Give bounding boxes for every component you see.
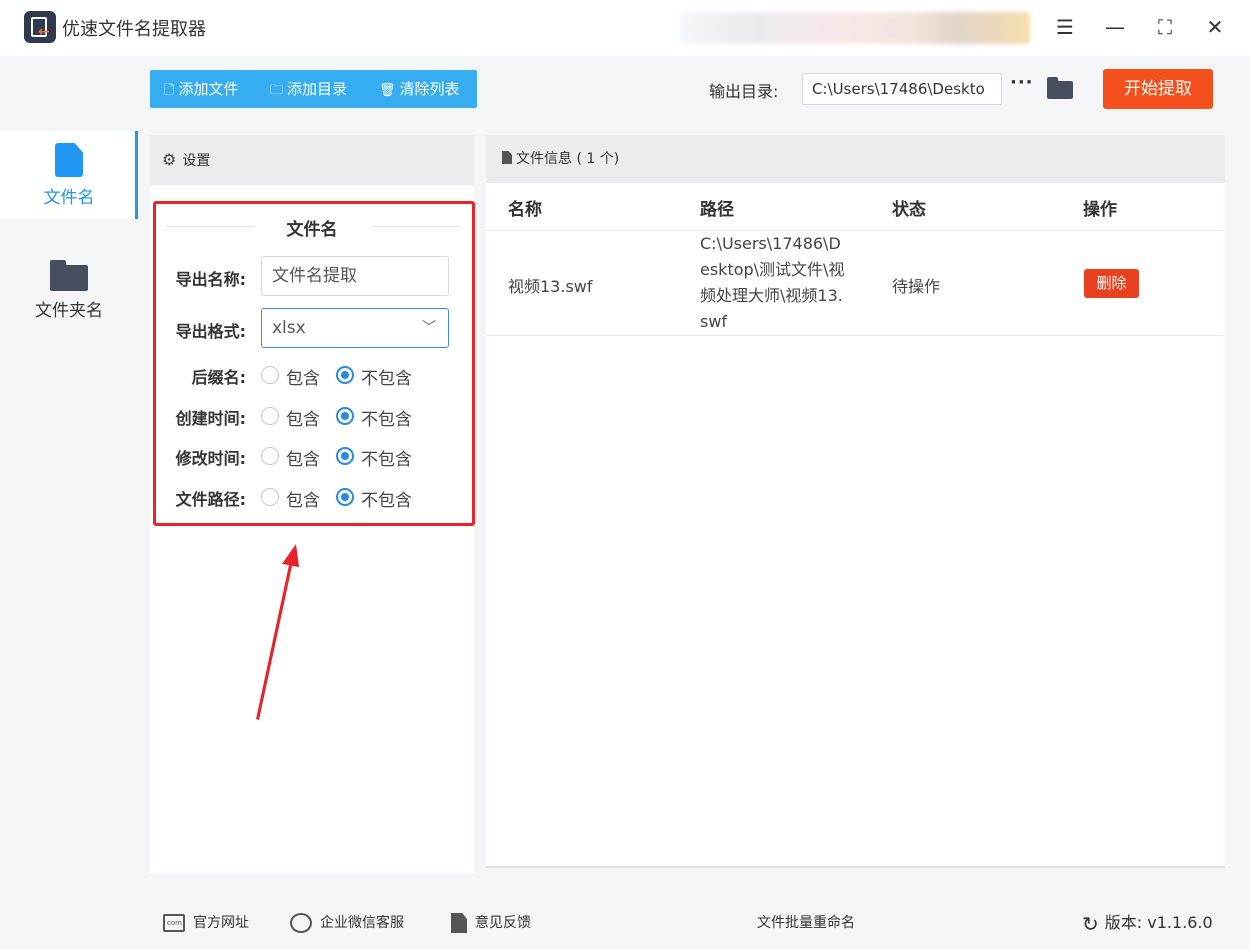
file-icon <box>55 143 83 177</box>
official-website-label: 官方网址 <box>193 915 249 931</box>
add-file-button[interactable]: 🗋 添加文件 <box>164 70 238 108</box>
exclude-label: 不包含 <box>361 450 412 470</box>
batch-rename-link[interactable]: 文件批量重命名 <box>757 913 855 933</box>
add-directory-label: 添加目录 <box>287 80 348 98</box>
title-bar: ← 优速文件名提取器 ☰ — ⛶ ✕ <box>0 0 1250 56</box>
include-radio[interactable] <box>261 488 279 506</box>
start-extract-button[interactable]: 开始提取 <box>1103 69 1213 109</box>
file-path-cell: C:\Users\17486\Desktop\测试文件\视频处理大师\视频13.… <box>700 234 845 331</box>
website-icon <box>163 914 185 932</box>
include-radio[interactable] <box>261 407 279 425</box>
exclude-label: 不包含 <box>361 410 412 430</box>
feedback-label: 意见反馈 <box>475 915 531 931</box>
exclude-radio[interactable] <box>336 447 354 465</box>
toolbar: 🗋 添加文件 🗀 添加目录 🗑 清除列表 <box>150 70 477 108</box>
option-row-extension: 后缀名: 包含 不包含 <box>150 363 474 389</box>
file-icon: 🗋 <box>164 83 175 98</box>
main-area: 🗋 添加文件 🗀 添加目录 🗑 清除列表 输出目录: C:\Users\17486\D… <box>138 56 1250 950</box>
option-label: 创建时间: <box>175 409 246 428</box>
include-label: 包含 <box>286 410 320 430</box>
settings-panel: ⚙ 设置 文件名 导出名称: 文件名提取 导出格式: xlsx ﹀ 后缀名: 包含… <box>150 135 475 873</box>
clear-list-button[interactable]: 🗑 清除列表 <box>379 70 460 108</box>
column-header-status: 状态 <box>892 200 926 220</box>
export-format-label: 导出格式: <box>175 322 246 341</box>
red-arrow-annotation <box>256 544 299 720</box>
exclude-radio[interactable] <box>336 407 354 425</box>
file-info-panel: 文件信息 ( 1 个) 名称 路径 状态 操作 视频13.swf C:\User… <box>486 135 1225 868</box>
file-name-cell: 视频13.swf <box>508 277 593 296</box>
option-label: 修改时间: <box>175 449 246 468</box>
add-directory-button[interactable]: 🗀 添加目录 <box>270 70 347 108</box>
minimize-icon[interactable]: — <box>1100 12 1130 42</box>
chat-icon <box>290 913 312 933</box>
file-info-header-label: 文件信息 ( 1 个) <box>516 151 620 167</box>
divider <box>486 230 1223 231</box>
sidebar-item-foldername[interactable]: 文件夹名 <box>0 244 138 332</box>
divider <box>486 335 1223 336</box>
exclude-radio[interactable] <box>336 488 354 506</box>
export-format-select[interactable]: xlsx ﹀ <box>261 308 449 348</box>
output-directory-label: 输出目录: <box>709 82 779 101</box>
output-directory-input[interactable]: C:\Users\17486\Deskto <box>802 73 1002 105</box>
folder-icon <box>50 260 88 291</box>
exclude-radio[interactable] <box>336 366 354 384</box>
trash-icon: 🗑 <box>379 83 396 98</box>
include-label: 包含 <box>286 491 320 511</box>
close-icon[interactable]: ✕ <box>1200 12 1230 42</box>
settings-header: ⚙ 设置 <box>150 135 474 185</box>
option-label: 文件路径: <box>175 490 246 509</box>
export-name-label: 导出名称: <box>175 270 246 289</box>
wechat-support-link[interactable]: 企业微信客服 <box>290 913 404 933</box>
app-title: 优速文件名提取器 <box>62 19 206 40</box>
user-account-area[interactable] <box>680 12 1030 44</box>
column-header-action: 操作 <box>1083 200 1117 220</box>
feedback-link[interactable]: 意见反馈 <box>451 913 531 933</box>
wechat-support-label: 企业微信客服 <box>320 915 404 931</box>
file-status-cell: 待操作 <box>892 277 941 296</box>
export-format-value: xlsx <box>272 318 306 338</box>
file-info-header: 文件信息 ( 1 个) <box>486 135 1225 183</box>
official-website-link[interactable]: 官方网址 <box>163 913 249 933</box>
feedback-icon <box>451 913 467 933</box>
folder-outline-icon: 🗀 <box>270 83 284 98</box>
exclude-label: 不包含 <box>361 491 412 511</box>
sidebar-item-label: 文件名 <box>43 188 95 208</box>
more-options-icon[interactable]: ··· <box>1010 72 1033 93</box>
column-header-path: 路径 <box>700 200 734 220</box>
version-info[interactable]: ↻ 版本: v1.1.6.0 <box>1082 911 1213 936</box>
include-label: 包含 <box>286 450 320 470</box>
settings-header-label: 设置 <box>182 153 211 169</box>
menu-icon[interactable]: ☰ <box>1050 12 1080 42</box>
option-row-modified-time: 修改时间: 包含 不包含 <box>150 444 474 470</box>
include-label: 包含 <box>286 369 320 389</box>
exclude-label: 不包含 <box>361 369 412 389</box>
add-file-label: 添加文件 <box>178 80 239 98</box>
sidebar-item-label: 文件夹名 <box>35 301 103 321</box>
refresh-icon: ↻ <box>1082 911 1099 936</box>
clear-list-label: 清除列表 <box>399 80 460 98</box>
delete-button[interactable]: 删除 <box>1084 269 1139 298</box>
option-row-file-path: 文件路径: 包含 不包含 <box>150 485 474 511</box>
column-header-name: 名称 <box>508 200 542 220</box>
include-radio[interactable] <box>261 366 279 384</box>
document-icon <box>502 151 512 164</box>
browse-folder-icon[interactable] <box>1047 77 1073 99</box>
include-radio[interactable] <box>261 447 279 465</box>
sidebar-item-filename[interactable]: 文件名 <box>0 131 138 219</box>
sidebar: 文件名 文件夹名 <box>0 56 138 950</box>
maximize-icon[interactable]: ⛶ <box>1150 12 1180 42</box>
option-row-created-time: 创建时间: 包含 不包含 <box>150 404 474 430</box>
app-logo-icon: ← <box>24 11 56 43</box>
chevron-down-icon: ﹀ <box>422 320 436 336</box>
export-name-input[interactable]: 文件名提取 <box>261 256 449 296</box>
version-label: 版本: v1.1.6.0 <box>1104 913 1213 932</box>
section-title: 文件名 <box>286 220 338 240</box>
option-label: 后缀名: <box>191 368 246 387</box>
gear-icon: ⚙ <box>162 150 177 169</box>
